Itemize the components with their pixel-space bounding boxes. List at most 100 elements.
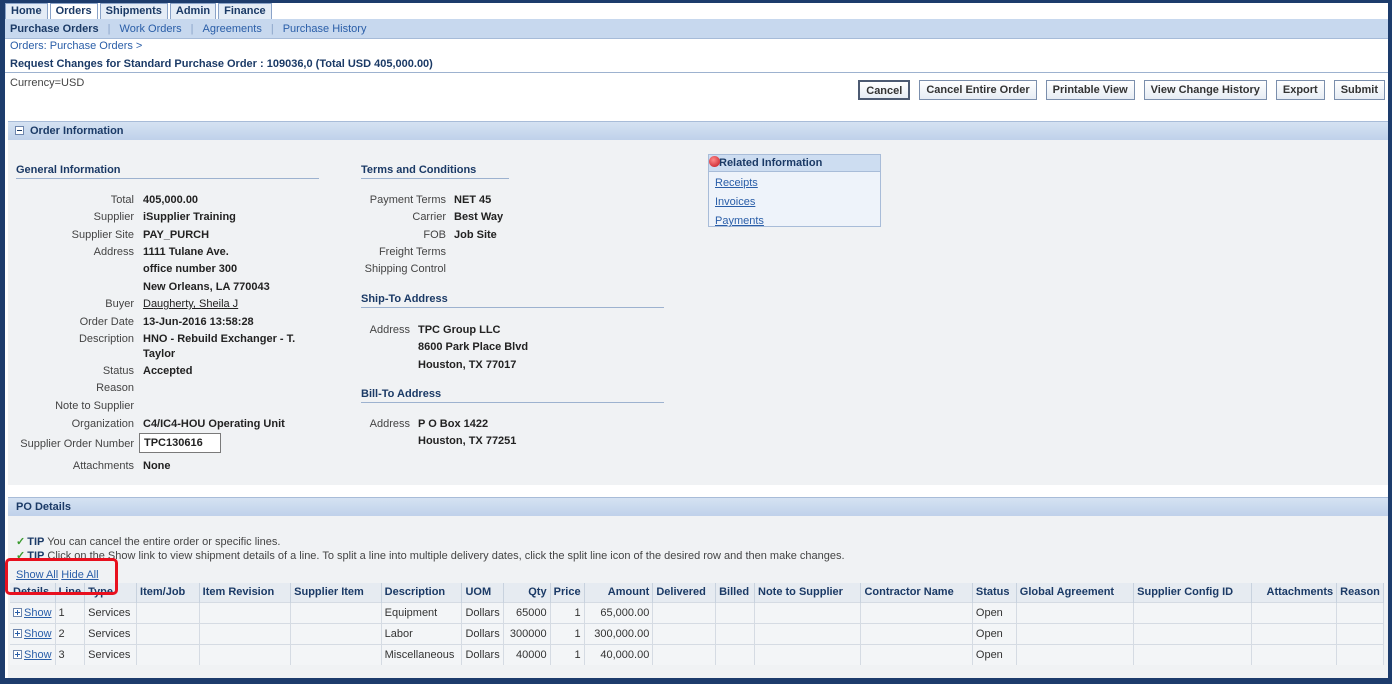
col-description[interactable]: Description (381, 583, 463, 602)
fob-label: FOB (423, 229, 446, 241)
tab-finance[interactable]: Finance (218, 3, 272, 19)
col-status[interactable]: Status (972, 583, 1017, 602)
cancel-button[interactable]: Cancel (858, 80, 911, 100)
subnav-work-orders[interactable]: Work Orders (120, 23, 182, 35)
amount-cell: 40,000.00 (584, 643, 654, 665)
col-price[interactable]: Price (550, 583, 585, 602)
submit-button[interactable]: Submit (1333, 80, 1385, 100)
billed-cell (715, 601, 756, 623)
status-label: Status (102, 365, 134, 377)
subnav-purchase-history[interactable]: Purchase History (283, 23, 367, 35)
global-agreement-cell (1016, 622, 1135, 644)
col-qty[interactable]: Qty (503, 583, 551, 602)
col-uom[interactable]: UOM (461, 583, 504, 602)
item-job-cell (136, 643, 200, 665)
col-item-revision[interactable]: Item Revision (199, 583, 292, 602)
tab-admin[interactable]: Admin (169, 3, 217, 19)
tip-line-2: ✓ TIP Click on the Show link to view ship… (16, 549, 845, 562)
item-revision-cell (199, 601, 292, 623)
attachments-value: None (143, 460, 171, 472)
type-cell: Services (84, 622, 138, 644)
buyer-link[interactable]: Daugherty, Sheila J (143, 298, 238, 310)
subnav-separator: | (190, 22, 194, 35)
ship-to-line-3: Houston, TX 77017 (418, 359, 517, 371)
tab-home[interactable]: Home (5, 3, 48, 19)
details-cell: Show (10, 601, 56, 623)
status-cell: Open (972, 601, 1017, 623)
billed-cell (715, 643, 756, 665)
address-line-1: 1111 Tulane Ave. (143, 246, 229, 258)
attachments-cell (1251, 601, 1338, 623)
related-info-bullet-icon (709, 156, 720, 167)
collapse-icon[interactable] (15, 126, 24, 135)
uom-cell: Dollars (461, 601, 504, 623)
qty-cell: 40000 (503, 643, 551, 665)
amount-cell: 65,000.00 (584, 601, 654, 623)
reason-label: Reason (96, 382, 134, 394)
show-line-link[interactable]: Show (24, 607, 52, 619)
view-change-history-button[interactable]: View Change History (1143, 80, 1267, 100)
ship-to-address-header: Ship-To Address (361, 293, 664, 308)
col-global-agreement[interactable]: Global Agreement (1016, 583, 1135, 602)
receipts-link[interactable]: Receipts (715, 177, 758, 189)
col-attachments[interactable]: Attachments (1251, 583, 1338, 602)
col-delivered[interactable]: Delivered (652, 583, 717, 602)
table-header-row: Details Line Type Item/Job Item Revision… (10, 583, 1384, 602)
price-cell: 1 (550, 643, 585, 665)
bill-to-address-header: Bill-To Address (361, 388, 664, 403)
contractor-cell (860, 643, 973, 665)
organization-label: Organization (71, 418, 134, 430)
col-contractor-name[interactable]: Contractor Name (860, 583, 973, 602)
col-item-job[interactable]: Item/Job (136, 583, 200, 602)
expand-icon[interactable] (13, 649, 22, 659)
action-button-bar: Cancel Cancel Entire Order Printable Vie… (849, 80, 1385, 100)
col-reason[interactable]: Reason (1336, 583, 1384, 602)
related-information-title: Related Information (719, 157, 823, 169)
description-label: Description (78, 333, 134, 345)
delivered-cell (652, 622, 717, 644)
price-cell: 1 (550, 622, 585, 644)
printable-view-button[interactable]: Printable View (1045, 80, 1135, 100)
col-billed[interactable]: Billed (715, 583, 756, 602)
reason-cell (1336, 622, 1384, 644)
item-revision-cell (199, 622, 292, 644)
organization-value: C4/IC4-HOU Operating Unit (143, 418, 285, 430)
check-icon: ✓ (16, 536, 26, 548)
payments-link[interactable]: Payments (715, 215, 764, 227)
col-amount[interactable]: Amount (584, 583, 654, 602)
supplier-site-value: PAY_PURCH (143, 229, 210, 241)
cancel-entire-order-button[interactable]: Cancel Entire Order (919, 80, 1037, 100)
export-button[interactable]: Export (1275, 80, 1325, 100)
highlight-annotation (5, 558, 118, 595)
supplier-order-number-input[interactable] (139, 433, 221, 453)
tab-shipments[interactable]: Shipments (99, 3, 168, 19)
subnav-separator: | (270, 22, 274, 35)
note-cell (754, 601, 862, 623)
total-value: 405,000.00 (143, 194, 199, 206)
address-line-2: office number 300 (143, 263, 238, 275)
supplier-config-cell (1133, 622, 1252, 644)
col-supplier-config-id[interactable]: Supplier Config ID (1133, 583, 1252, 602)
subnav-agreements[interactable]: Agreements (203, 23, 262, 35)
tip-text-2: Click on the Show link to view shipment … (47, 550, 845, 562)
supplier-value: iSupplier Training (143, 211, 236, 223)
col-note-to-supplier[interactable]: Note to Supplier (754, 583, 862, 602)
order-information-header[interactable]: Order Information (8, 121, 1388, 140)
status-cell: Open (972, 643, 1017, 665)
expand-icon[interactable] (13, 607, 22, 617)
bill-to-line-1: P O Box 1422 (418, 418, 489, 430)
tab-orders[interactable]: Orders (49, 3, 98, 19)
show-line-link[interactable]: Show (24, 649, 52, 661)
show-line-link[interactable]: Show (24, 628, 52, 640)
ship-to-address-label: Address (369, 324, 410, 336)
bill-to-line-2: Houston, TX 77251 (418, 435, 517, 447)
invoices-link[interactable]: Invoices (715, 196, 755, 208)
expand-icon[interactable] (13, 628, 22, 638)
general-information-header: General Information (16, 164, 319, 179)
breadcrumb[interactable]: Orders: Purchase Orders > (10, 40, 142, 52)
description-value-line-2: Taylor (143, 348, 176, 360)
table-row: Show 3 Services Miscellaneous Dollars 40… (10, 643, 1384, 665)
col-supplier-item[interactable]: Supplier Item (290, 583, 382, 602)
ship-to-line-2: 8600 Park Place Blvd (418, 341, 529, 353)
subnav-purchase-orders[interactable]: Purchase Orders (10, 23, 99, 35)
